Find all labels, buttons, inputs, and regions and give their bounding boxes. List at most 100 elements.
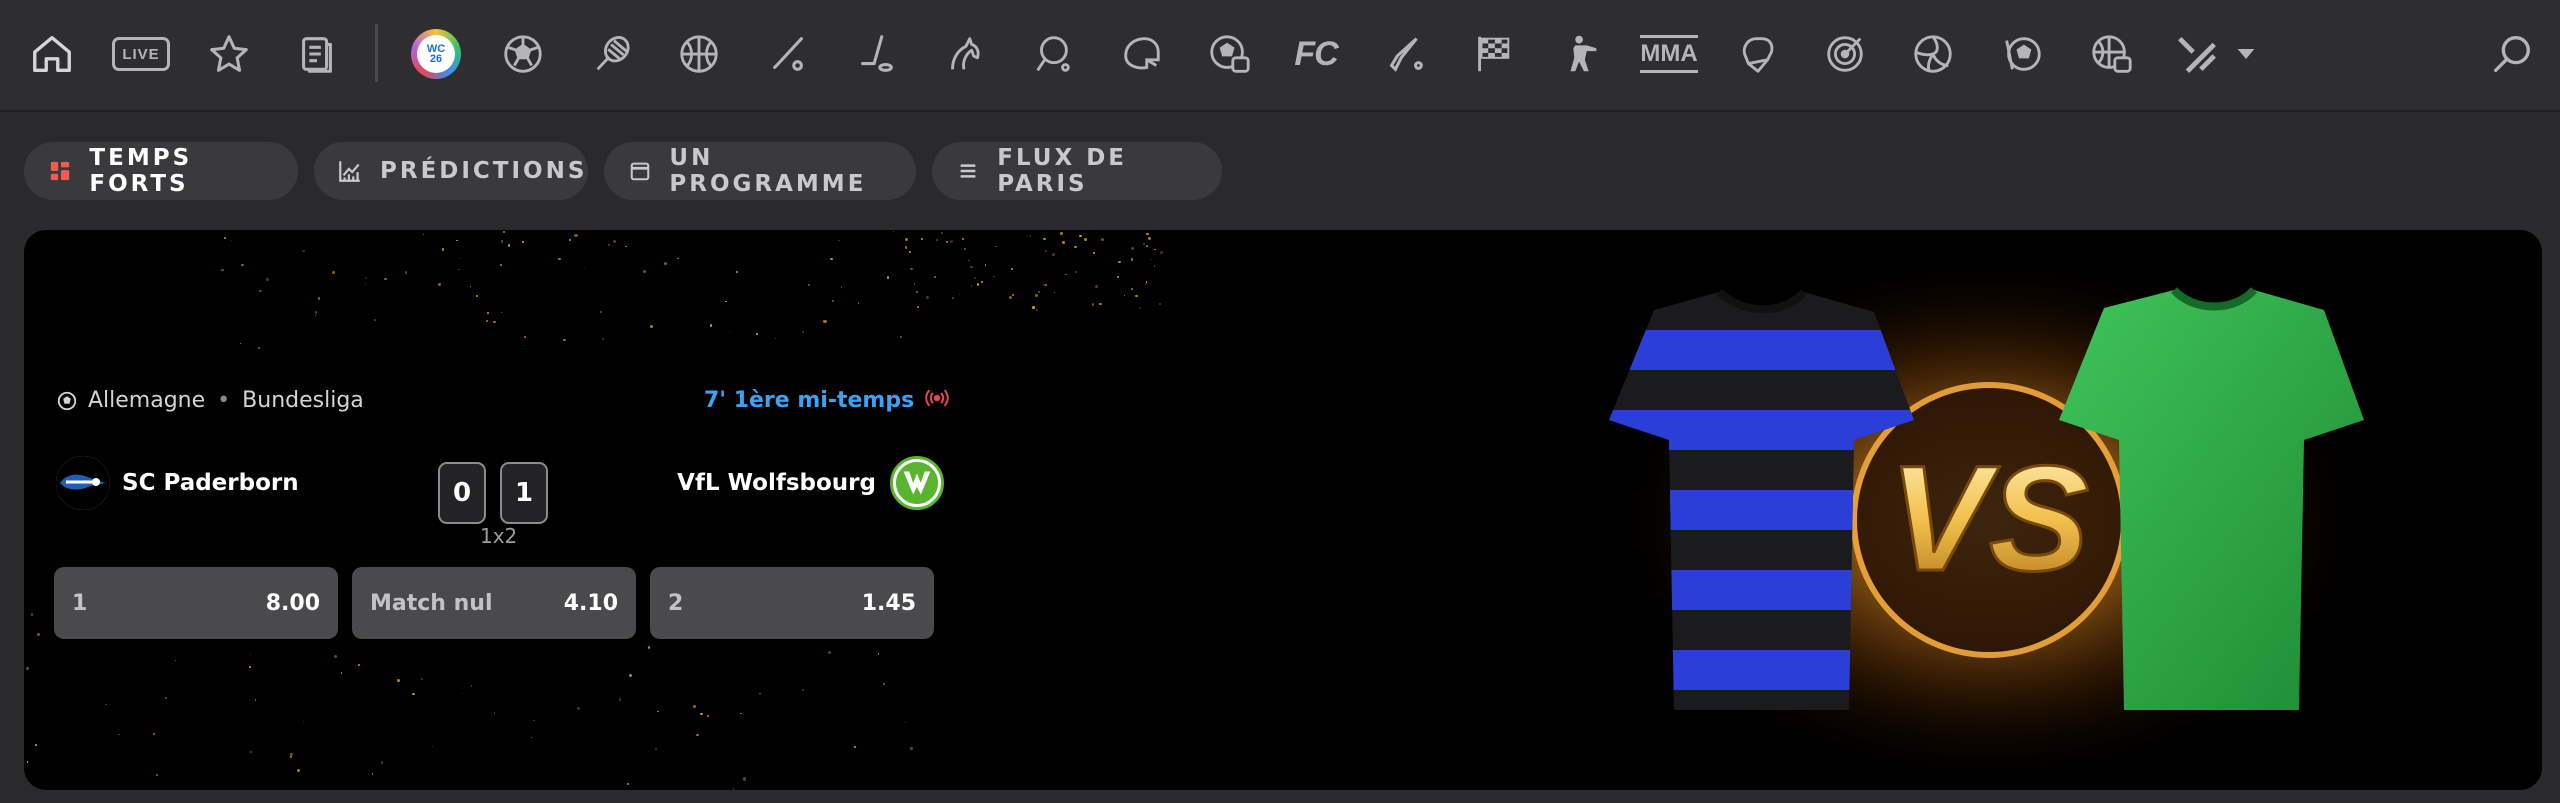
tab-predictions[interactable]: PRÉDICTIONS <box>314 142 588 200</box>
spark-particle <box>900 336 903 339</box>
spark-particle <box>951 297 954 300</box>
spark-particle <box>487 312 489 314</box>
odds-button-home[interactable]: 1 8.00 <box>54 567 338 639</box>
versus-jerseys-illustration: VS <box>1609 250 2369 790</box>
star-icon[interactable] <box>200 25 258 83</box>
spark-particle <box>618 698 622 701</box>
spark-particle <box>1029 235 1032 237</box>
spark-particle <box>314 311 318 314</box>
list-icon <box>954 157 981 185</box>
spark-particle <box>1052 253 1055 257</box>
odds-button-away[interactable]: 2 1.45 <box>650 567 934 639</box>
spark-particle <box>740 713 742 715</box>
betslip-icon[interactable] <box>288 25 346 83</box>
fc-esports-icon[interactable]: FC <box>1287 25 1345 83</box>
tab-temps-forts[interactable]: TEMPS FORTS <box>24 142 298 200</box>
spark-particle <box>910 746 913 750</box>
spark-particle <box>657 710 660 713</box>
spark-particle <box>255 699 257 701</box>
boxing-glove-icon[interactable] <box>1729 25 1787 83</box>
spark-particle <box>563 338 566 342</box>
spark-particle <box>710 324 713 327</box>
grid-icon <box>46 157 73 185</box>
spark-particle <box>174 659 176 661</box>
spark-particle <box>240 342 242 345</box>
virtual-basketball-icon[interactable] <box>2082 25 2140 83</box>
cricket-icon[interactable] <box>1376 25 1434 83</box>
spark-particle <box>801 689 804 692</box>
away-score: 1 <box>500 462 548 524</box>
spark-particle <box>696 733 700 737</box>
spark-particle <box>1154 248 1156 251</box>
spark-particle <box>499 264 503 267</box>
more-sports-icon[interactable] <box>2168 25 2226 83</box>
motorsport-flag-icon[interactable] <box>1464 25 1522 83</box>
spark-particle <box>654 747 657 750</box>
spark-particle <box>913 283 915 285</box>
spark-particle <box>576 707 580 711</box>
live-broadcast-icon <box>924 388 950 413</box>
spark-particle <box>1118 260 1121 264</box>
spark-particle <box>1159 251 1163 255</box>
table-tennis-icon[interactable] <box>1023 25 1081 83</box>
spark-particle <box>568 239 571 242</box>
spark-particle <box>531 737 533 739</box>
mma-icon[interactable]: MMA <box>1640 25 1698 83</box>
spark-particle <box>1074 245 1077 248</box>
spark-particle <box>1123 294 1125 296</box>
futsal-icon[interactable] <box>1993 25 2051 83</box>
featured-match-banner[interactable]: Allemagne • Bundesliga 7' 1ère mi-temps … <box>24 230 2542 790</box>
hockey-icon[interactable] <box>847 25 905 83</box>
spark-particle <box>677 257 679 260</box>
spark-particle <box>317 297 321 300</box>
spark-particle <box>1038 291 1041 294</box>
spark-particle <box>441 248 445 251</box>
tab-programme[interactable]: UN PROGRAMME <box>604 142 916 200</box>
spark-particle <box>1100 237 1104 241</box>
spark-particle <box>941 232 944 235</box>
spark-particle <box>340 672 342 674</box>
spark-particle <box>936 239 938 242</box>
baseball-icon[interactable] <box>759 25 817 83</box>
home-icon[interactable] <box>23 25 81 83</box>
tab-flux-de-paris[interactable]: FLUX DE PARIS <box>932 142 1222 200</box>
counter-strike-icon[interactable] <box>1552 25 1610 83</box>
odds-button-draw[interactable]: Match nul 4.10 <box>352 567 636 639</box>
spark-particle <box>945 240 949 244</box>
spark-particle <box>357 663 360 667</box>
live-icon[interactable]: LIVE <box>112 25 170 83</box>
spark-particle <box>507 244 510 247</box>
search-icon[interactable] <box>2483 25 2541 83</box>
spark-particle <box>1043 237 1046 241</box>
horse-racing-icon[interactable] <box>935 25 993 83</box>
tennis-icon[interactable] <box>583 25 641 83</box>
spark-particle <box>364 276 367 279</box>
spark-particle <box>25 666 29 670</box>
spark-particle <box>384 278 387 281</box>
league-info: Allemagne • Bundesliga <box>56 388 364 413</box>
spark-particle <box>1145 282 1148 285</box>
world-cup-icon[interactable]: WC 26 <box>407 25 465 83</box>
football-icon[interactable] <box>494 25 552 83</box>
spark-particle <box>607 243 610 246</box>
basketball-icon[interactable] <box>670 25 728 83</box>
spark-particle <box>974 277 977 280</box>
spark-particle <box>1099 302 1102 305</box>
virtual-football-icon[interactable] <box>1200 25 1258 83</box>
spark-particle <box>600 310 603 313</box>
spark-particle <box>963 248 966 251</box>
spark-particle <box>840 286 843 288</box>
spark-particle <box>838 239 840 242</box>
spark-particle <box>249 653 252 656</box>
volleyball-icon[interactable] <box>1904 25 1962 83</box>
darts-icon[interactable] <box>1816 25 1874 83</box>
spark-particle <box>962 238 965 241</box>
spark-particle <box>105 703 108 706</box>
chevron-down-icon[interactable] <box>2226 25 2266 83</box>
spark-particle <box>500 240 504 244</box>
spark-particle <box>1091 303 1095 306</box>
american-football-icon[interactable] <box>1112 25 1170 83</box>
chart-icon <box>336 157 364 185</box>
spark-particle <box>493 321 496 324</box>
home-team-crest <box>56 456 110 510</box>
